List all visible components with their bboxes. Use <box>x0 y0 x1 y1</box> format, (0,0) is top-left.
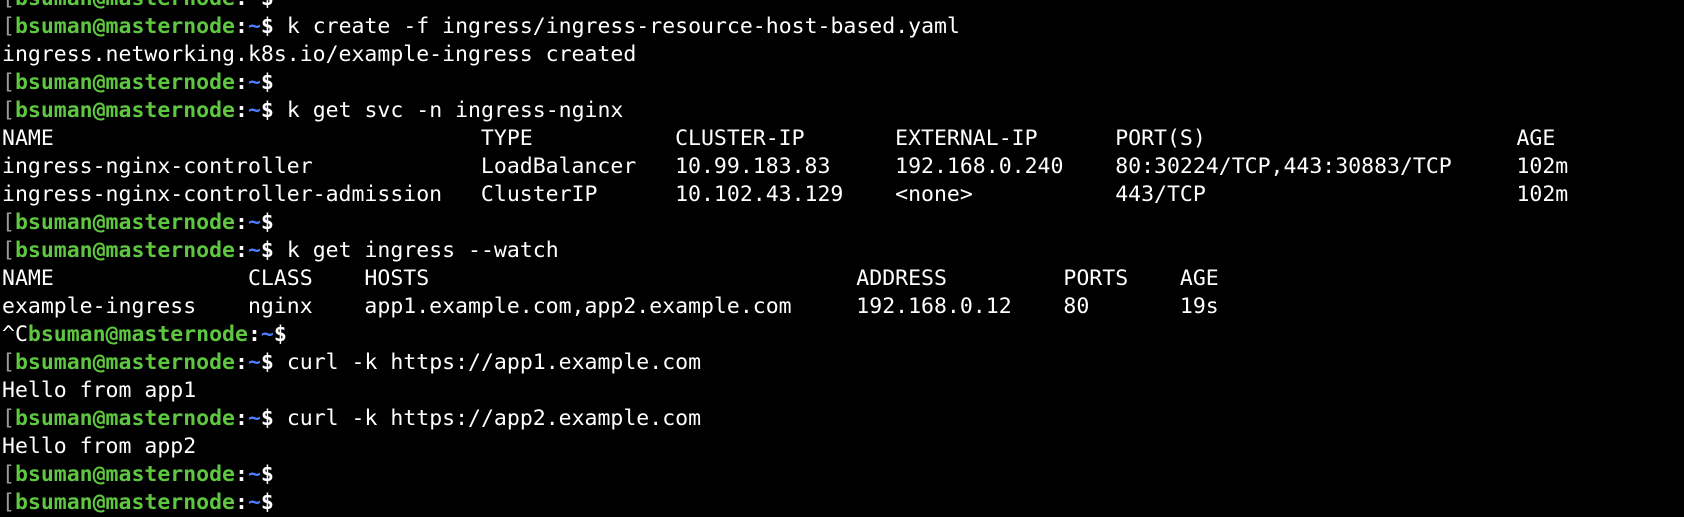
prompt-path: ~ <box>247 98 261 123</box>
prompt-bracket: [ <box>2 210 15 235</box>
output-text: example-ingress nginx app1.example.com,a… <box>2 294 1219 319</box>
prompt-colon: : <box>235 490 248 515</box>
prompt-dollar: $ <box>273 322 287 347</box>
prompt-line: ^Cbsuman@masternode:~$ <box>0 321 1684 349</box>
prompt-user-host: bsuman@masternode <box>14 70 236 95</box>
prompt-dollar: $ <box>260 70 274 95</box>
output-line: Hello from app1 <box>0 377 1684 405</box>
prompt-colon: : <box>235 210 248 235</box>
prompt-dollar: $ <box>260 14 274 39</box>
output-line: NAME CLASS HOSTS ADDRESS PORTS AGE <box>0 265 1684 293</box>
prompt-path: ~ <box>247 462 261 487</box>
prompt-bracket: [ <box>2 0 15 11</box>
prompt-colon: : <box>235 98 248 123</box>
command-text: k get svc -n ingress-nginx <box>273 98 624 123</box>
output-line: example-ingress nginx app1.example.com,a… <box>0 293 1684 321</box>
prompt-user-host: bsuman@masternode <box>14 98 236 123</box>
output-text: Hello from app1 <box>2 378 197 403</box>
prompt-dollar: $ <box>261 0 274 11</box>
prompt-dollar: $ <box>260 490 274 515</box>
output-line: ingress-nginx-controller LoadBalancer 10… <box>0 153 1684 181</box>
prompt-path: ~ <box>247 210 261 235</box>
prompt-line: [bsuman@masternode:~$ curl -k https://ap… <box>0 405 1684 433</box>
prompt-colon: : <box>235 462 248 487</box>
command-text: curl -k https://app2.example.com <box>273 406 702 431</box>
output-text: Hello from app2 <box>2 434 197 459</box>
prompt-colon: : <box>235 406 248 431</box>
output-text: ingress-nginx-controller-admission Clust… <box>2 182 1569 207</box>
prompt-user-host: bsuman@masternode <box>14 350 236 375</box>
prompt-user-host: bsuman@masternode <box>27 322 248 347</box>
prompt-colon: : <box>235 14 248 39</box>
prompt-path: ~ <box>247 238 261 263</box>
prompt-path: ~ <box>248 0 261 11</box>
prompt-colon: : <box>235 350 248 375</box>
prompt-colon: : <box>235 70 248 95</box>
prompt-dollar: $ <box>260 210 274 235</box>
prompt-user-host: bsuman@masternode <box>14 238 236 263</box>
prompt-path: ~ <box>247 350 261 375</box>
prompt-bracket: [ <box>2 490 15 515</box>
output-line: NAME TYPE CLUSTER-IP EXTERNAL-IP PORT(S)… <box>0 125 1684 153</box>
prompt-line: [bsuman@masternode:~$ <box>0 0 1684 13</box>
prompt-path: ~ <box>247 490 261 515</box>
prompt-path: ~ <box>247 14 261 39</box>
prompt-bracket: [ <box>2 14 15 39</box>
prompt-line: [bsuman@masternode:~$ k get ingress --wa… <box>0 237 1684 265</box>
prompt-dollar: $ <box>260 350 274 375</box>
prompt-bracket: [ <box>2 238 15 263</box>
interrupt-marker: ^C <box>2 322 28 347</box>
prompt-path: ~ <box>247 406 261 431</box>
prompt-user-host: bsuman@masternode <box>14 210 236 235</box>
prompt-user-host: bsuman@masternode <box>15 0 235 11</box>
prompt-bracket: [ <box>2 350 15 375</box>
command-text: curl -k https://app1.example.com <box>273 350 702 375</box>
output-line: Hello from app2 <box>0 433 1684 461</box>
prompt-line: [bsuman@masternode:~$ k get svc -n ingre… <box>0 97 1684 125</box>
prompt-dollar: $ <box>260 98 274 123</box>
prompt-line: [bsuman@masternode:~$ <box>0 489 1684 517</box>
output-text: ingress-nginx-controller LoadBalancer 10… <box>2 154 1569 179</box>
prompt-path: ~ <box>247 70 261 95</box>
prompt-user-host: bsuman@masternode <box>14 490 236 515</box>
prompt-bracket: [ <box>2 462 15 487</box>
output-text: ingress.networking.k8s.io/example-ingres… <box>2 42 637 67</box>
prompt-dollar: $ <box>260 462 274 487</box>
prompt-line: [bsuman@masternode:~$ curl -k https://ap… <box>0 349 1684 377</box>
prompt-line: [bsuman@masternode:~$ <box>0 209 1684 237</box>
prompt-line: [bsuman@masternode:~$ k create -f ingres… <box>0 13 1684 41</box>
prompt-user-host: bsuman@masternode <box>14 406 236 431</box>
prompt-bracket: [ <box>2 406 15 431</box>
prompt-dollar: $ <box>260 406 274 431</box>
prompt-bracket: [ <box>2 98 15 123</box>
output-text: NAME TYPE CLUSTER-IP EXTERNAL-IP PORT(S)… <box>2 126 1556 151</box>
command-text: k create -f ingress/ingress-resource-hos… <box>273 14 960 39</box>
terminal-window[interactable]: [bsuman@masternode:~$[bsuman@masternode:… <box>0 0 1684 517</box>
prompt-user-host: bsuman@masternode <box>14 14 236 39</box>
prompt-dollar: $ <box>260 238 274 263</box>
prompt-user-host: bsuman@masternode <box>14 462 236 487</box>
prompt-colon: : <box>235 238 248 263</box>
output-line: ingress.networking.k8s.io/example-ingres… <box>0 41 1684 69</box>
prompt-line: [bsuman@masternode:~$ <box>0 69 1684 97</box>
output-line: ingress-nginx-controller-admission Clust… <box>0 181 1684 209</box>
prompt-bracket: [ <box>2 70 15 95</box>
prompt-path: ~ <box>260 322 274 347</box>
prompt-colon: : <box>247 322 261 347</box>
command-text: k get ingress --watch <box>273 238 559 263</box>
prompt-colon: : <box>235 0 248 11</box>
output-text: NAME CLASS HOSTS ADDRESS PORTS AGE <box>2 266 1219 291</box>
prompt-line: [bsuman@masternode:~$ <box>0 461 1684 489</box>
